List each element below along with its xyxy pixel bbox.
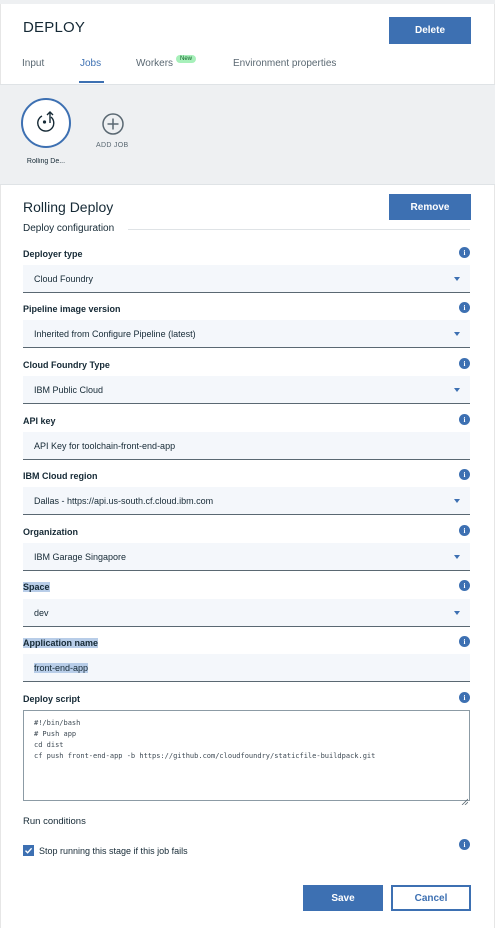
- deploy-job-icon: [33, 108, 59, 139]
- script-line: # Push app: [34, 730, 77, 738]
- deployer-type-select[interactable]: Cloud Foundry: [23, 265, 470, 293]
- remove-button[interactable]: Remove: [389, 194, 471, 220]
- checkmark-icon: [24, 842, 33, 860]
- info-icon[interactable]: i: [459, 525, 470, 536]
- pipeline-image-label: Pipeline image version: [23, 304, 121, 314]
- api-key-label: API key: [23, 416, 56, 426]
- app-name-value: front-end-app: [34, 663, 89, 673]
- script-line: cf push front-end-app -b https://github.…: [34, 752, 376, 760]
- info-icon[interactable]: i: [459, 469, 470, 480]
- info-icon[interactable]: i: [459, 839, 470, 850]
- space-select[interactable]: dev: [23, 599, 470, 627]
- chevron-down-icon: [454, 277, 460, 281]
- pipeline-image-value: Inherited from Configure Pipeline (lates…: [34, 329, 196, 339]
- deployer-type-value: Cloud Foundry: [34, 274, 94, 284]
- section-title: Deploy configuration: [23, 223, 115, 234]
- info-icon[interactable]: i: [459, 358, 470, 369]
- stop-on-fail-label: Stop running this stage if this job fail…: [39, 846, 188, 856]
- tab-environment-properties[interactable]: Environment properties: [233, 58, 336, 69]
- organization-label: Organization: [23, 527, 79, 537]
- new-badge: New: [176, 55, 197, 63]
- tab-input[interactable]: Input: [22, 58, 44, 69]
- add-job-button[interactable]: ADD JOB: [96, 142, 128, 149]
- chevron-down-icon: [454, 332, 460, 336]
- script-line: cd dist: [34, 741, 64, 749]
- info-icon[interactable]: i: [459, 580, 470, 591]
- top-edge: [0, 0, 495, 4]
- api-key-value: API Key for toolchain-front-end-app: [34, 441, 176, 451]
- space-label: Space: [23, 582, 50, 592]
- cancel-button[interactable]: Cancel: [391, 885, 471, 911]
- cf-type-label: Cloud Foundry Type: [23, 360, 110, 370]
- job-tile-label: Rolling De...: [26, 158, 66, 165]
- active-tab-indicator: [79, 81, 104, 83]
- region-value: Dallas - https://api.us-south.cf.cloud.i…: [34, 496, 214, 506]
- info-icon[interactable]: i: [459, 414, 470, 425]
- tab-workers[interactable]: Workers: [136, 58, 173, 69]
- info-icon[interactable]: i: [459, 247, 470, 258]
- deploy-script-editor[interactable]: #!/bin/bash # Push app cd dist cf push f…: [23, 710, 470, 806]
- info-icon[interactable]: i: [459, 692, 470, 703]
- stop-on-fail-checkbox[interactable]: [23, 845, 34, 856]
- plus-circle-icon[interactable]: [101, 112, 125, 136]
- cf-type-value: IBM Public Cloud: [34, 385, 104, 395]
- job-tile-rolling-deploy[interactable]: [21, 98, 71, 148]
- region-select[interactable]: Dallas - https://api.us-south.cf.cloud.i…: [23, 487, 470, 515]
- run-conditions-title: Run conditions: [23, 816, 86, 827]
- region-label: IBM Cloud region: [23, 471, 98, 481]
- tab-jobs[interactable]: Jobs: [80, 58, 101, 69]
- organization-value: IBM Garage Singapore: [34, 552, 127, 562]
- pipeline-image-select[interactable]: Inherited from Configure Pipeline (lates…: [23, 320, 470, 348]
- jobs-strip: [0, 84, 495, 185]
- chevron-down-icon: [454, 611, 460, 615]
- cf-type-select[interactable]: IBM Public Cloud: [23, 376, 470, 404]
- chevron-down-icon: [454, 555, 460, 559]
- script-line: #!/bin/bash: [34, 719, 81, 727]
- organization-select[interactable]: IBM Garage Singapore: [23, 543, 470, 571]
- space-value: dev: [34, 608, 49, 618]
- page-title: DEPLOY: [23, 19, 86, 36]
- delete-button[interactable]: Delete: [389, 17, 471, 44]
- chevron-down-icon: [454, 388, 460, 392]
- deploy-script-label: Deploy script: [23, 694, 81, 704]
- app-name-field[interactable]: front-end-app: [23, 654, 470, 682]
- info-icon[interactable]: i: [459, 636, 470, 647]
- resize-handle-icon[interactable]: [461, 792, 469, 806]
- api-key-field[interactable]: API Key for toolchain-front-end-app: [23, 432, 470, 460]
- stage-tabs: Input Jobs Workers Environment propertie…: [0, 52, 495, 83]
- deployer-type-label: Deployer type: [23, 249, 83, 259]
- chevron-down-icon: [454, 499, 460, 503]
- save-button[interactable]: Save: [303, 885, 383, 911]
- section-divider: [128, 229, 470, 230]
- info-icon[interactable]: i: [459, 302, 470, 313]
- job-title: Rolling Deploy: [23, 199, 114, 215]
- app-name-label: Application name: [23, 638, 99, 648]
